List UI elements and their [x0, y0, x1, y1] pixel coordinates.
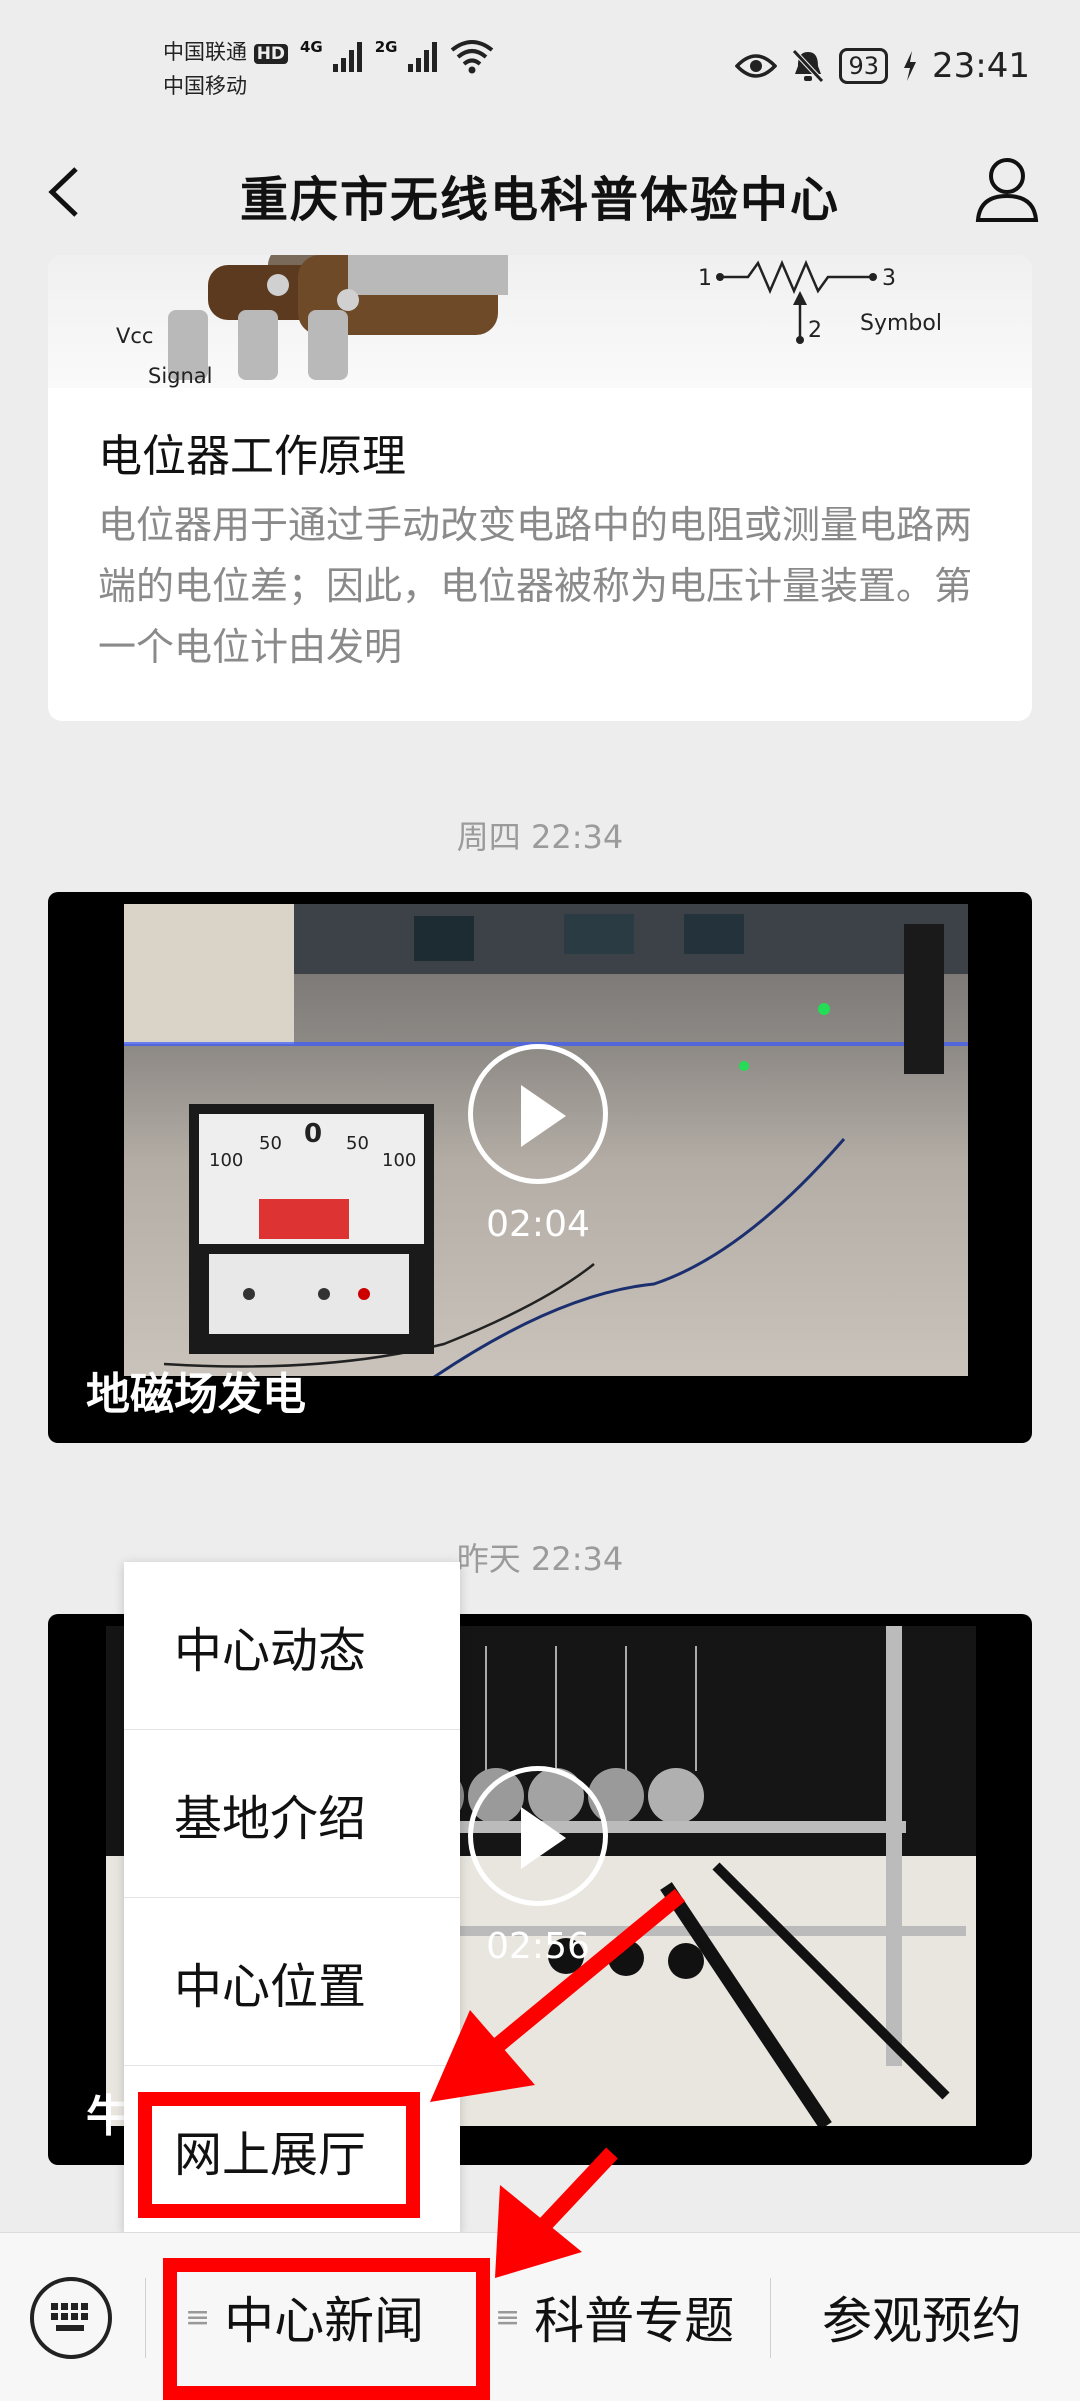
red-arrow-icon: [430, 1888, 686, 2102]
red-arrow-icon: [495, 2147, 618, 2278]
annotation-arrows: [430, 1888, 686, 2278]
